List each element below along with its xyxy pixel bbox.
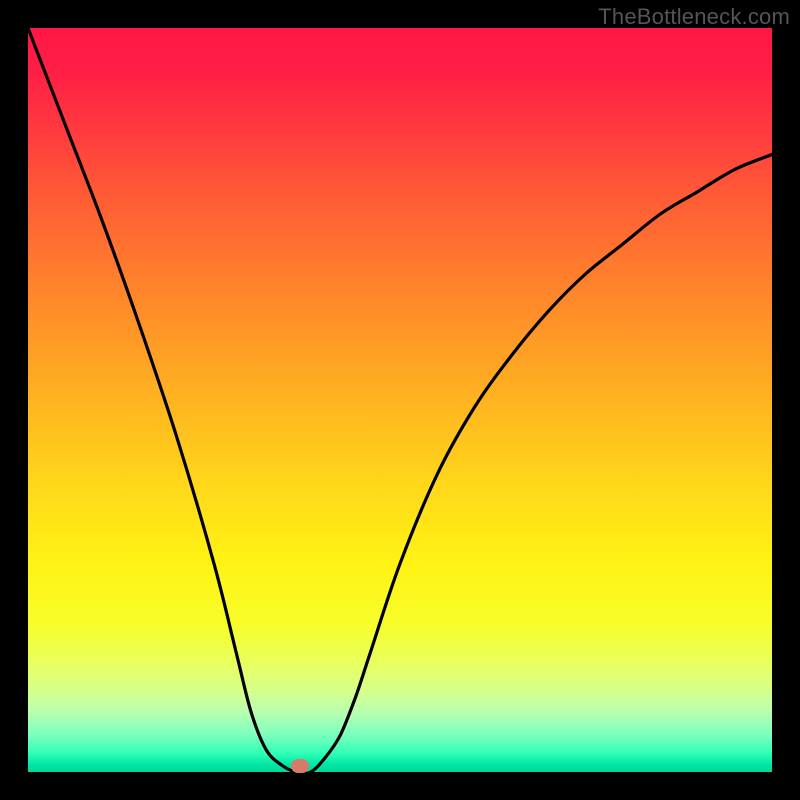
min-point-marker (291, 759, 309, 773)
curve-svg (28, 28, 772, 772)
watermark-text: TheBottleneck.com (598, 4, 790, 30)
plot-area (28, 28, 772, 772)
chart-frame: TheBottleneck.com (0, 0, 800, 800)
bottleneck-curve (28, 28, 772, 772)
